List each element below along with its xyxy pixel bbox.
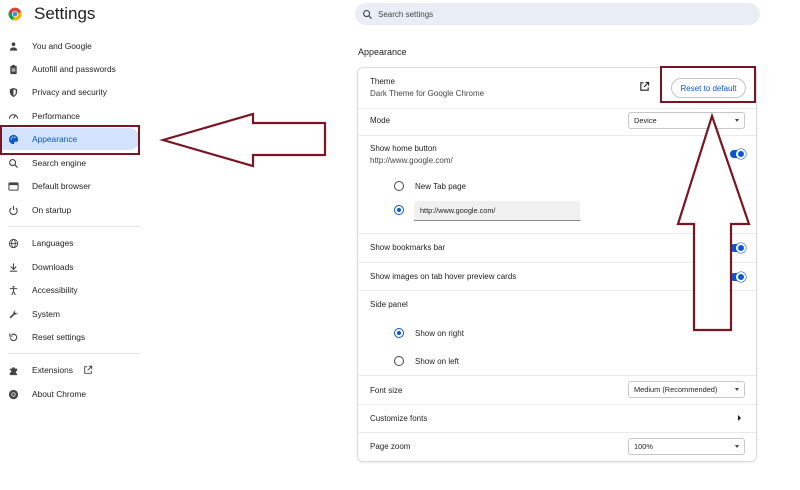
sidebar-divider — [8, 226, 140, 227]
clipboard-icon — [10, 64, 17, 74]
new-tab-page-radio[interactable] — [394, 181, 404, 191]
open-in-new-icon — [84, 365, 93, 374]
shield-icon — [9, 87, 18, 97]
font-size-label: Font size — [370, 386, 403, 395]
sidebar-item-label: About Chrome — [32, 389, 86, 399]
sidebar-item-languages[interactable]: Languages — [0, 232, 140, 254]
browser-window-icon — [8, 181, 19, 191]
sidebar-item-label: Autofill and passwords — [32, 64, 116, 74]
sidebar-item-downloads[interactable]: Downloads — [0, 256, 140, 278]
chevron-right-icon[interactable] — [738, 415, 741, 421]
sidebar-item-autofill[interactable]: Autofill and passwords — [0, 58, 140, 80]
page-zoom-label: Page zoom — [370, 442, 411, 451]
left-pointing-arrow-annotation — [159, 112, 327, 168]
sidebar-item-label: Privacy and security — [32, 87, 107, 97]
globe-icon — [8, 238, 19, 248]
search-bar[interactable] — [355, 3, 760, 25]
home-button-label: Show home button — [370, 144, 437, 153]
sidebar-item-on-startup[interactable]: On startup — [0, 199, 140, 221]
dropdown-caret-icon — [735, 119, 739, 122]
sidebar-item-reset-settings[interactable]: Reset settings — [0, 326, 140, 348]
row-divider — [358, 233, 756, 234]
sidebar-item-label: Reset settings — [32, 332, 86, 342]
mode-select-value: Device — [634, 116, 657, 125]
search-icon — [363, 9, 373, 19]
row-divider — [358, 262, 756, 263]
row-divider — [358, 404, 756, 405]
accessibility-icon — [9, 285, 18, 295]
speedometer-icon — [8, 113, 19, 119]
sidebar-item-label: You and Google — [32, 41, 92, 51]
page-title: Settings — [34, 4, 96, 23]
page-zoom-select-value: 100% — [634, 442, 653, 451]
show-on-right-label: Show on right — [415, 329, 464, 338]
row-divider — [358, 290, 756, 291]
open-in-new-icon[interactable] — [639, 81, 650, 92]
sidebar-item-label: Extensions — [32, 365, 73, 375]
row-divider — [358, 375, 756, 376]
sidebar-divider — [8, 353, 140, 354]
person-icon — [9, 41, 18, 51]
chrome-logo-icon — [8, 7, 22, 21]
sidebar-item-search-engine[interactable]: Search engine — [0, 152, 140, 174]
section-title: Appearance — [358, 47, 407, 57]
home-button-url: http://www.google.com/ — [370, 156, 453, 165]
row-divider — [358, 108, 756, 109]
bookmarks-bar-label: Show bookmarks bar — [370, 243, 446, 252]
mode-label: Mode — [370, 116, 391, 125]
chrome-logo-icon — [8, 389, 19, 399]
power-icon — [9, 205, 18, 215]
dropdown-caret-icon — [735, 445, 739, 448]
reset-icon — [9, 332, 18, 341]
customize-fonts-link[interactable]: Customize fonts — [370, 414, 427, 423]
dropdown-caret-icon — [735, 388, 739, 391]
sidebar-item-label: System — [32, 309, 60, 319]
sidebar-item-label: Accessibility — [32, 285, 78, 295]
sidebar-item-default-browser[interactable]: Default browser — [0, 175, 140, 197]
font-size-select-value: Medium (Recommended) — [634, 385, 718, 394]
sidebar-item-you-and-google[interactable]: You and Google — [0, 35, 140, 57]
theme-value: Dark Theme for Google Chrome — [370, 89, 485, 98]
custom-url-radio[interactable] — [394, 205, 404, 215]
font-size-select[interactable]: Medium (Recommended) — [628, 381, 745, 398]
theme-label: Theme — [370, 77, 395, 86]
bookmarks-bar-toggle[interactable] — [730, 243, 746, 253]
row-divider — [358, 432, 756, 433]
show-on-left-radio[interactable] — [394, 356, 404, 366]
sidebar-item-performance[interactable]: Performance — [0, 105, 140, 127]
sidebar-item-label: On startup — [32, 205, 72, 215]
search-input[interactable] — [378, 9, 738, 19]
search-icon — [9, 158, 19, 168]
puzzle-icon — [9, 366, 18, 375]
sidebar-item-extensions[interactable]: Extensions — [0, 359, 140, 381]
sidebar-item-privacy[interactable]: Privacy and security — [0, 81, 140, 103]
side-panel-label: Side panel — [370, 300, 408, 309]
sidebar-item-label: Downloads — [32, 262, 74, 272]
new-tab-page-label: New Tab page — [415, 182, 466, 191]
sidebar-item-label: Search engine — [32, 158, 87, 168]
sidebar-item-about-chrome[interactable]: About Chrome — [0, 383, 140, 405]
sidebar-item-system[interactable]: System — [0, 303, 140, 325]
home-url-input[interactable] — [414, 201, 580, 221]
appearance-highlight-box — [0, 125, 140, 155]
sidebar-item-label: Languages — [32, 238, 74, 248]
sidebar-item-label: Default browser — [32, 181, 91, 191]
appearance-card: Theme Dark Theme for Google Chrome Reset… — [357, 67, 757, 462]
sidebar-item-label: Performance — [32, 111, 80, 121]
home-button-toggle[interactable] — [730, 149, 746, 159]
show-on-left-label: Show on left — [415, 357, 460, 366]
show-on-right-radio[interactable] — [394, 328, 404, 338]
reset-highlight-box — [660, 66, 756, 103]
wrench-icon — [9, 309, 18, 318]
page-zoom-select[interactable]: 100% — [628, 438, 745, 455]
row-divider — [358, 135, 756, 136]
mode-select[interactable]: Device — [628, 112, 745, 129]
download-icon — [9, 262, 18, 272]
sidebar-item-accessibility[interactable]: Accessibility — [0, 279, 140, 301]
hover-cards-label: Show images on tab hover preview cards — [370, 272, 517, 281]
hover-cards-toggle[interactable] — [730, 272, 746, 282]
